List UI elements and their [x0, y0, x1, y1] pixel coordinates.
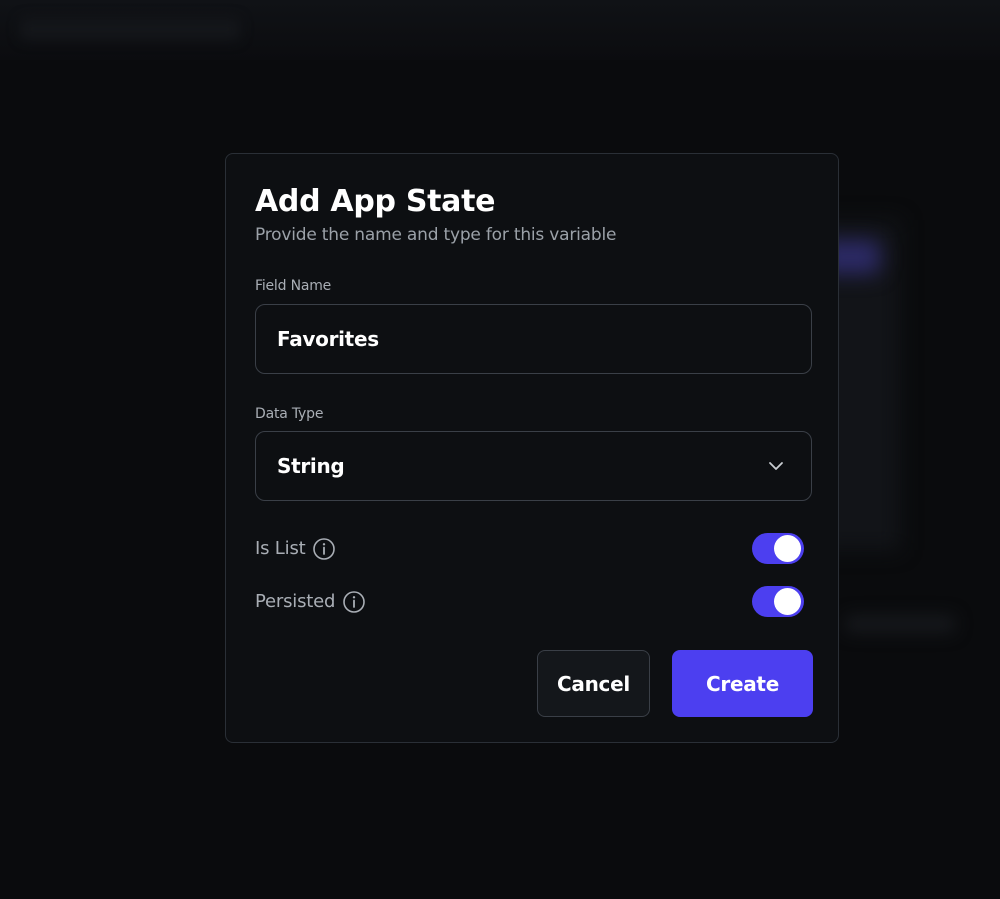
dialog-title: Add App State [255, 184, 496, 219]
is-list-toggle[interactable] [752, 533, 804, 564]
field-name-input[interactable]: Favorites [255, 304, 812, 374]
is-list-row: Is List [255, 531, 804, 567]
data-type-select[interactable]: String [255, 431, 812, 501]
field-name-label: Field Name [255, 278, 332, 294]
info-icon[interactable] [312, 537, 336, 561]
persisted-row: Persisted [255, 584, 804, 620]
field-name-value: Favorites [277, 327, 379, 351]
is-list-label: Is List [255, 538, 306, 559]
background-row [845, 615, 955, 633]
data-type-label: Data Type [255, 406, 324, 422]
persisted-label: Persisted [255, 591, 336, 612]
info-icon[interactable] [342, 590, 366, 614]
cancel-button[interactable]: Cancel [537, 650, 650, 717]
create-button[interactable]: Create [672, 650, 813, 717]
dialog-subtitle: Provide the name and type for this varia… [255, 225, 617, 245]
background-toolbar-content [20, 18, 240, 40]
background-toolbar [0, 0, 1000, 60]
add-app-state-dialog: Add App State Provide the name and type … [225, 153, 839, 743]
is-list-toggle-knob [774, 535, 801, 562]
chevron-down-icon [769, 462, 783, 470]
data-type-value: String [277, 454, 345, 478]
persisted-toggle-knob [774, 588, 801, 615]
persisted-toggle[interactable] [752, 586, 804, 617]
